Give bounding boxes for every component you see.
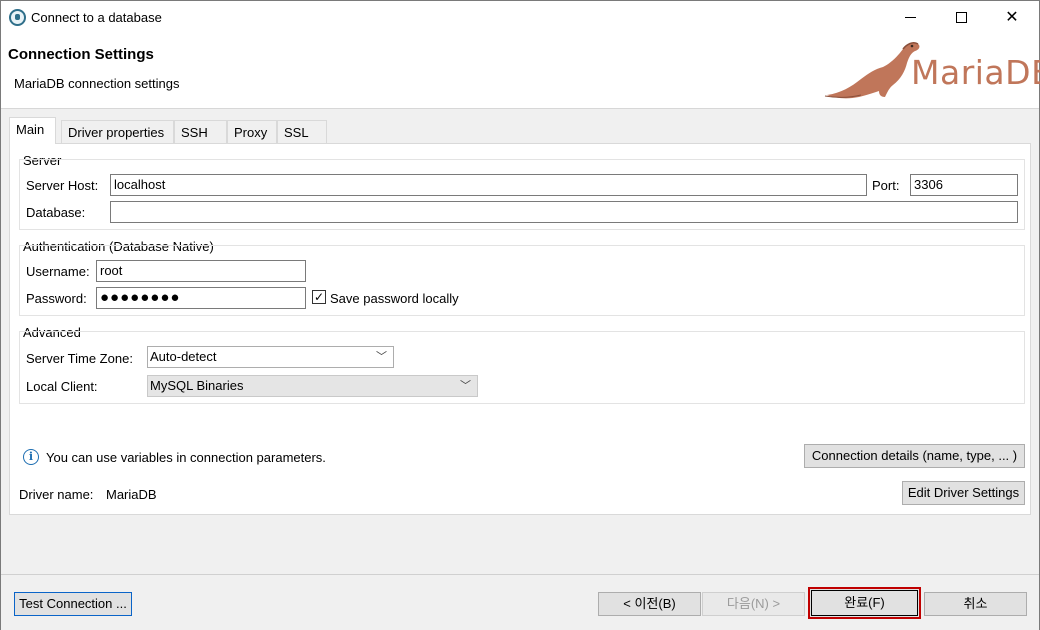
- cancel-button[interactable]: 취소: [924, 592, 1027, 616]
- dialog-header: Connection Settings MariaDB connection s…: [1, 35, 1040, 109]
- password-input[interactable]: ●●●●●●●●: [96, 287, 306, 309]
- finish-button[interactable]: 완료(F): [808, 587, 921, 619]
- database-input[interactable]: [110, 201, 1018, 223]
- page-subtitle: MariaDB connection settings: [14, 76, 180, 91]
- timezone-value: Auto-detect: [150, 349, 217, 364]
- page-title: Connection Settings: [8, 46, 154, 63]
- chevron-down-icon: ﹀: [376, 351, 387, 363]
- database-label: Database:: [26, 205, 86, 220]
- window-title: Connect to a database: [31, 10, 162, 25]
- dbeaver-app-icon: [9, 9, 26, 26]
- main-tab-pane: Server Server Host: localhost Port: 3306…: [9, 143, 1031, 515]
- mariadb-logo: MariaDB: [823, 35, 1040, 105]
- tab-main[interactable]: Main: [9, 117, 56, 144]
- dialog-footer: Test Connection ... < 이전(B) 다음(N) > 완료(F…: [1, 574, 1039, 630]
- chevron-down-icon: ﹀: [460, 380, 471, 392]
- tab-driver-properties[interactable]: Driver properties: [61, 120, 174, 144]
- save-password-checkbox[interactable]: ✓: [312, 290, 326, 304]
- driver-name-value: MariaDB: [106, 487, 157, 502]
- timezone-label: Server Time Zone:: [26, 351, 133, 366]
- logo-text: MariaDB: [911, 53, 1040, 92]
- title-bar: Connect to a database ✕: [1, 1, 1039, 35]
- server-host-label: Server Host:: [26, 178, 99, 193]
- username-input[interactable]: root: [96, 260, 306, 282]
- username-label: Username:: [26, 264, 90, 279]
- local-client-select[interactable]: MySQL Binaries ﹀: [147, 375, 478, 397]
- sea-lion-icon: [824, 42, 920, 99]
- timezone-select[interactable]: Auto-detect ﹀: [147, 346, 394, 368]
- driver-name-label: Driver name:: [19, 487, 94, 502]
- tab-ssh[interactable]: SSH: [174, 120, 227, 144]
- minimize-icon: [904, 16, 916, 18]
- connect-dialog: Connect to a database ✕ Connection Setti…: [0, 0, 1040, 630]
- save-password-label[interactable]: Save password locally: [330, 291, 459, 306]
- port-input[interactable]: 3306: [910, 174, 1018, 196]
- password-label: Password:: [26, 291, 87, 306]
- minimize-button[interactable]: [887, 1, 933, 33]
- info-icon: i: [23, 449, 39, 465]
- maximize-button[interactable]: [938, 1, 984, 33]
- tab-ssl[interactable]: SSL: [277, 120, 327, 144]
- edit-driver-settings-button[interactable]: Edit Driver Settings: [902, 481, 1025, 505]
- connection-details-button[interactable]: Connection details (name, type, ... ): [804, 444, 1025, 468]
- close-button[interactable]: ✕: [989, 1, 1035, 33]
- port-label: Port:: [872, 178, 900, 193]
- next-button[interactable]: 다음(N) >: [702, 592, 805, 616]
- maximize-icon: [955, 11, 967, 23]
- test-connection-button[interactable]: Test Connection ...: [14, 592, 132, 616]
- local-client-value: MySQL Binaries: [150, 378, 244, 393]
- close-icon: ✕: [1005, 9, 1019, 26]
- server-host-input[interactable]: localhost: [110, 174, 867, 196]
- variables-info-text: You can use variables in connection para…: [46, 450, 326, 465]
- local-client-label: Local Client:: [26, 379, 98, 394]
- dialog-content: Main Driver properties SSH Proxy SSL Ser…: [1, 109, 1039, 574]
- back-button[interactable]: < 이전(B): [598, 592, 701, 616]
- tab-proxy[interactable]: Proxy: [227, 120, 277, 144]
